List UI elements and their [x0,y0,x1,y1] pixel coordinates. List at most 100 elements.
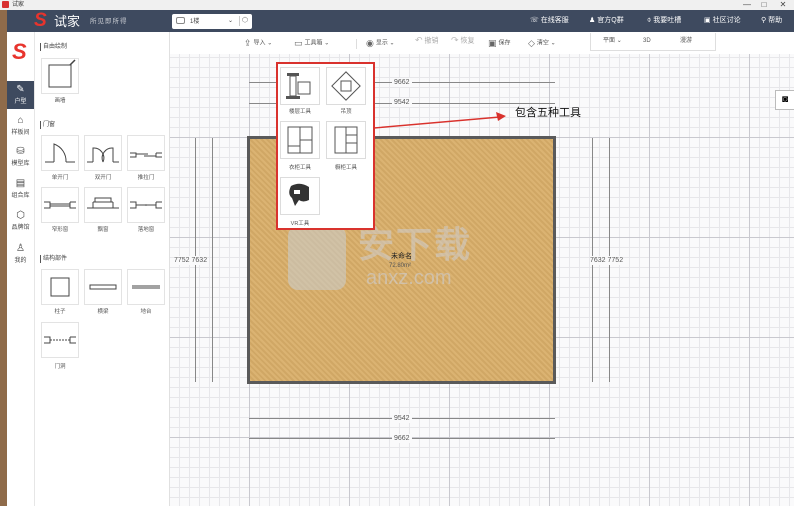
window-title: 试家 [12,2,25,8]
wardrobe-icon [287,126,313,154]
toolbar-divider [356,39,357,49]
doorway-label: 门洞 [54,364,66,370]
chevron-down-icon: ⌄ [389,40,395,47]
vr-tool-label: VR工具 [290,221,310,227]
home-icon: ⌂ [17,115,24,126]
vr-headset-icon [289,183,309,206]
pillar-card[interactable] [41,269,79,305]
beam-icon [89,284,117,290]
ceiling-label: 吊顶 [340,109,352,115]
platform-icon [132,285,160,289]
bay-window-card[interactable] [84,187,122,223]
rail-item-showroom[interactable]: ⌂ 样板间 [7,112,34,140]
doorway-card[interactable] [41,322,79,358]
import-button[interactable]: ⇪ 导入 ⌄ [244,36,272,51]
sliding-door-card[interactable] [127,135,165,171]
save-button[interactable]: ▣ 保存 [488,36,511,51]
chevron-down-icon: ⌄ [550,40,556,47]
tab-roam[interactable]: 漫游 [680,36,692,46]
room-area: 72.80m² [389,263,412,269]
pencil-icon: ✎ [16,84,25,95]
rail-item-floorplan[interactable]: ✎ 户型 [7,81,34,109]
bay-window-label: 飘窗 [97,227,109,233]
top-link-feedback[interactable]: ⌽ 我要吐槽 [647,14,681,28]
double-door-label: 双开门 [94,175,112,181]
logo-mark: S [34,10,47,31]
annotation-text: 包含五种工具 [515,106,581,119]
clear-button[interactable]: ◇ 清空 ⌄ [528,36,556,51]
eye-icon: ◉ [366,38,374,48]
wall-draw-icon [48,59,76,88]
toolbox-item-vr-tool[interactable] [280,177,320,215]
narrow-window-card[interactable] [41,187,79,223]
section-title-freedraw: 自由绘制 [40,43,67,51]
help-icon: ⚲ [761,17,767,24]
floor-window-label: 落地窗 [137,227,155,233]
floor-icon [176,17,185,24]
rail-item-models[interactable]: ⛁ 模型库 [7,143,34,171]
draw-wall-card[interactable] [41,58,79,94]
floor-tool-label: 楼层工具 [288,109,311,115]
narrow-window-label: 窄形窗 [51,227,69,233]
top-link-online-service[interactable]: ☏ 在线客服 [530,14,569,28]
bay-window-icon [87,197,119,209]
logo-subtitle: 所见即所得 [90,18,128,25]
rail-item-mine[interactable]: ♙ 我的 [7,240,34,268]
dim-outer-width-top: 9662 [392,78,412,87]
maximize-icon[interactable]: □ [757,0,771,10]
redo-button[interactable]: ↷ 恢复 [451,36,475,45]
cabinet-tool-label: 橱柜工具 [334,165,357,171]
beam-card[interactable] [84,269,122,305]
rail-logo: S [12,39,27,64]
app-icon [2,1,9,8]
platform-label: 地台 [140,309,152,315]
sliding-door-label: 推拉门 [137,175,155,181]
undo-button[interactable]: ↶ 撤销 [415,36,439,45]
single-door-label: 单开门 [51,175,69,181]
display-button[interactable]: ◉ 显示 ⌄ [366,36,395,51]
double-door-card[interactable] [84,135,122,171]
toolbox-item-ceiling[interactable] [326,67,366,105]
qq-icon: ♟ [589,17,596,24]
single-door-icon [45,143,75,163]
tab-3d[interactable]: 3D [643,36,651,46]
ceiling-icon [331,71,361,101]
toolbox-item-cabinet-tool[interactable] [326,121,366,159]
dim-inner-width-bottom: 9542 [392,414,412,423]
dim-outer-width-bottom: 9662 [392,434,412,443]
user-icon: ♙ [16,243,25,254]
upload-icon: ⇪ [244,38,252,48]
room-name[interactable]: 未命名 [391,252,412,261]
top-link-qq-group[interactable]: ♟ 官方Q群 [589,14,624,28]
beam-label: 横梁 [97,309,109,315]
floor-window-card[interactable] [127,187,165,223]
redo-icon: ↷ [451,35,459,45]
floor-selector[interactable]: 1楼 ⌄ ⬡ [172,14,252,29]
platform-card[interactable] [127,269,165,305]
toolbox-item-wardrobe-tool[interactable] [280,121,320,159]
cabinet-icon [334,126,358,154]
eraser-icon: ◇ [528,38,535,48]
rail-item-combos[interactable]: ▤ 组合库 [7,175,34,203]
cube-icon[interactable]: ⬡ [239,16,250,26]
single-door-card[interactable] [41,135,79,171]
brand-icon: ⬡ [16,210,25,221]
tab-plan[interactable]: 平面 ⌄ [603,36,622,46]
toolbox-button[interactable]: ▭ 工具箱 ⌄ [294,36,329,51]
minimize-icon[interactable]: — [740,0,754,10]
chevron-down-icon: ⌄ [616,38,622,44]
close-icon[interactable]: ✕ [776,0,790,10]
pillar-icon [50,277,70,297]
top-link-community[interactable]: ▣ 社区讨论 [704,14,741,28]
dim-height-left: 7752 7632 [174,256,208,265]
toolbox-item-floor-tool[interactable] [280,67,320,105]
undo-icon: ↶ [415,35,423,45]
watermark-text: 安下载 [358,224,473,265]
draw-wall-label: 画墙 [54,98,66,104]
chevron-down-icon: ⌄ [324,40,330,47]
rail-item-brands[interactable]: ⬡ 品牌馆 [7,207,34,235]
top-link-help[interactable]: ⚲ 帮助 [761,14,782,28]
camera-icon[interactable]: ◙ [775,90,794,110]
doorway-icon [44,336,76,344]
wardrobe-tool-label: 衣柜工具 [288,165,311,171]
